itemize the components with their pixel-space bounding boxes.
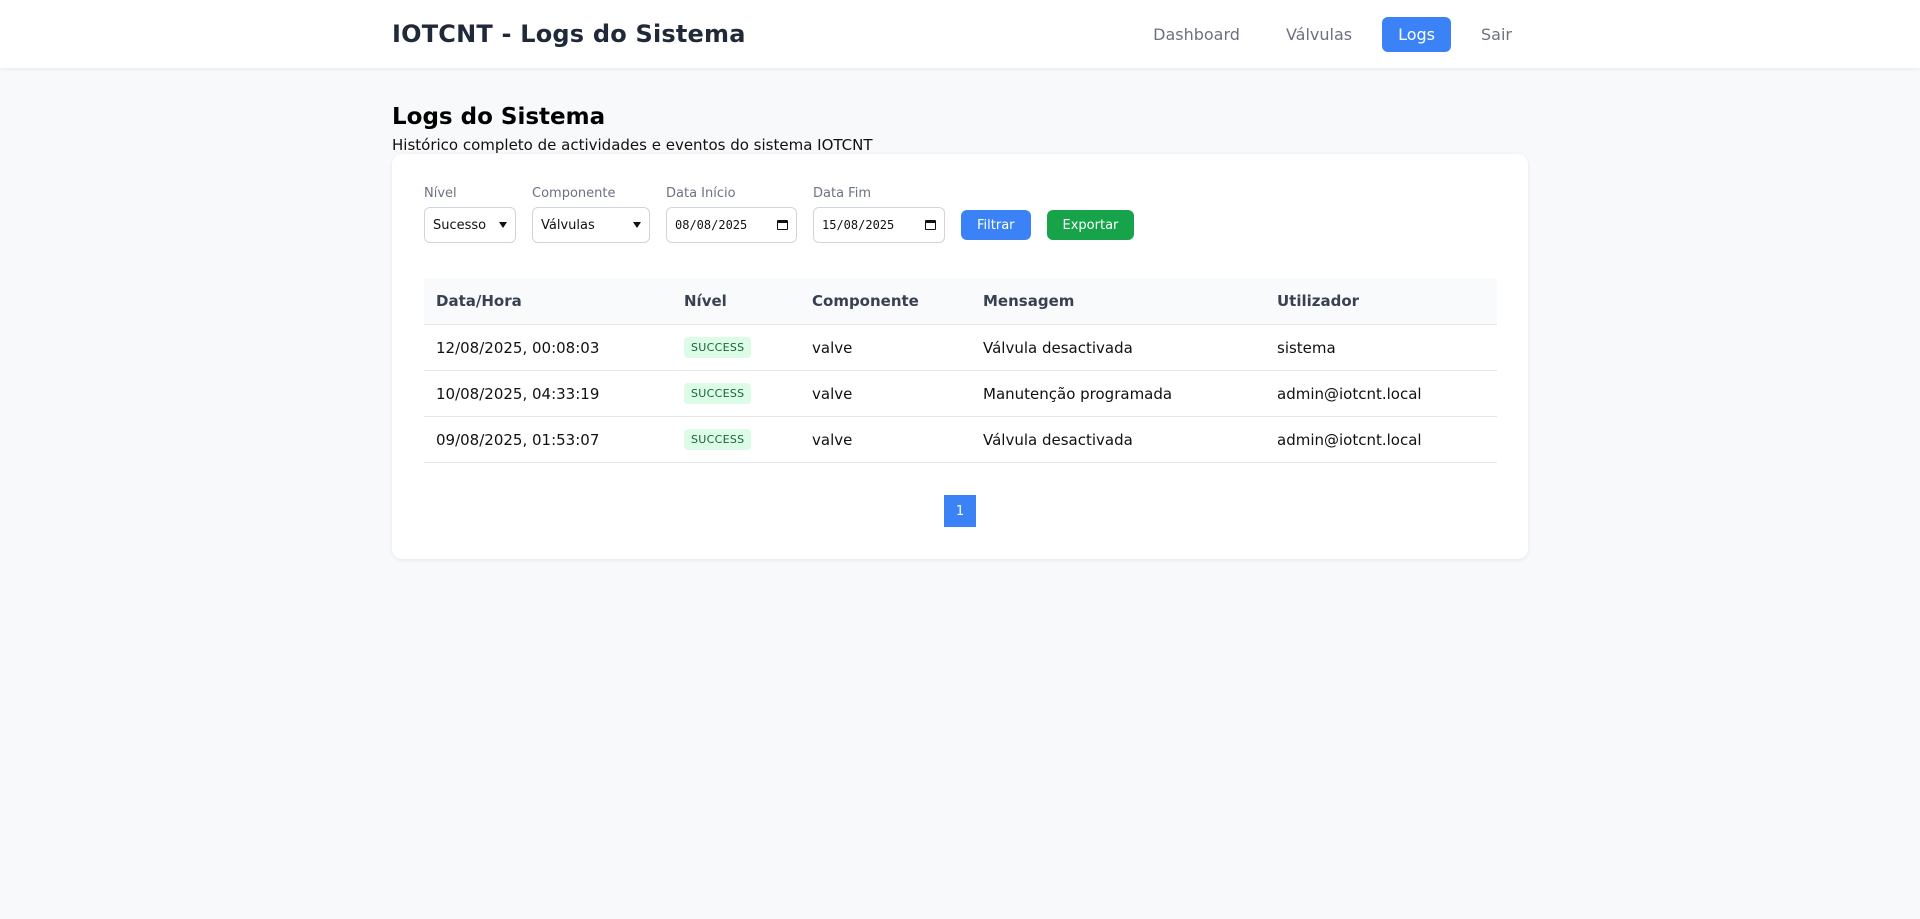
navbar: IOTCNT - Logs do Sistema Dashboard Válvu… (0, 0, 1920, 68)
cell-user: admin@iotcnt.local (1265, 370, 1497, 417)
cell-datetime: 10/08/2025, 04:33:19 (424, 370, 672, 417)
end-date-filter: Data Fim 15/08/2025 (813, 186, 945, 243)
nav-link-sair[interactable]: Sair (1465, 17, 1528, 52)
col-component: Componente (800, 278, 971, 325)
cell-component: valve (800, 416, 971, 463)
page-subtitle: Histórico completo de actividades e even… (392, 136, 873, 154)
logs-table: Data/Hora Nível Componente Mensagem Util… (424, 278, 1497, 463)
export-button[interactable]: Exportar (1046, 210, 1135, 240)
level-select[interactable]: Sucesso (424, 207, 516, 243)
end-date-input[interactable]: 15/08/2025 (813, 207, 945, 243)
cell-message: Válvula desactivada (971, 324, 1265, 371)
col-message: Mensagem (971, 278, 1265, 325)
cell-component: valve (800, 370, 971, 417)
brand-title: IOTCNT - Logs do Sistema (392, 20, 746, 48)
start-date-value: 08/08/2025 (675, 218, 748, 232)
col-user: Utilizador (1265, 278, 1497, 325)
start-date-label: Data Início (666, 186, 736, 201)
col-datetime: Data/Hora (424, 278, 672, 325)
col-level: Nível (672, 278, 800, 325)
level-filter-label: Nível (424, 186, 457, 201)
cell-message: Válvula desactivada (971, 416, 1265, 463)
page-title: Logs do Sistema (392, 104, 606, 130)
component-select[interactable]: Válvulas (532, 207, 650, 243)
table-row: 09/08/2025, 01:53:07 SUCCESS valve Válvu… (424, 416, 1497, 463)
calendar-icon[interactable] (777, 220, 788, 230)
table-header-row: Data/Hora Nível Componente Mensagem Util… (424, 278, 1497, 325)
level-filter: Nível Sucesso (424, 186, 516, 243)
nav-link-valvulas[interactable]: Válvulas (1270, 17, 1368, 52)
pagination-page-1[interactable]: 1 (944, 495, 976, 527)
level-select-value: Sucesso (433, 217, 487, 233)
filters-bar: Nível Sucesso Componente Válvulas Data I… (424, 186, 1135, 243)
component-select-value: Válvulas (541, 217, 595, 233)
nav-menu: Dashboard Válvulas Logs Sair (1137, 16, 1528, 53)
start-date-filter: Data Início 08/08/2025 (666, 186, 797, 243)
component-filter: Componente Válvulas (532, 186, 650, 243)
component-filter-label: Componente (532, 186, 616, 201)
cell-user: sistema (1265, 324, 1497, 371)
status-badge: SUCCESS (684, 383, 752, 404)
end-date-label: Data Fim (813, 186, 871, 201)
cell-datetime: 09/08/2025, 01:53:07 (424, 416, 672, 463)
chevron-down-icon (499, 222, 507, 228)
cell-datetime: 12/08/2025, 00:08:03 (424, 324, 672, 371)
table-row: 12/08/2025, 00:08:03 SUCCESS valve Válvu… (424, 324, 1497, 371)
nav-link-logs[interactable]: Logs (1382, 17, 1452, 52)
status-badge: SUCCESS (684, 337, 752, 358)
filter-button[interactable]: Filtrar (961, 210, 1031, 240)
nav-link-dashboard[interactable]: Dashboard (1137, 17, 1256, 52)
cell-level: SUCCESS (672, 324, 800, 371)
chevron-down-icon (633, 222, 641, 228)
cell-level: SUCCESS (672, 416, 800, 463)
cell-message: Manutenção programada (971, 370, 1265, 417)
calendar-icon[interactable] (925, 220, 936, 230)
status-badge: SUCCESS (684, 429, 752, 450)
logs-card: Nível Sucesso Componente Válvulas Data I… (392, 154, 1528, 559)
cell-user: admin@iotcnt.local (1265, 416, 1497, 463)
table-row: 10/08/2025, 04:33:19 SUCCESS valve Manut… (424, 370, 1497, 417)
cell-level: SUCCESS (672, 370, 800, 417)
cell-component: valve (800, 324, 971, 371)
start-date-input[interactable]: 08/08/2025 (666, 207, 797, 243)
end-date-value: 15/08/2025 (822, 218, 895, 232)
